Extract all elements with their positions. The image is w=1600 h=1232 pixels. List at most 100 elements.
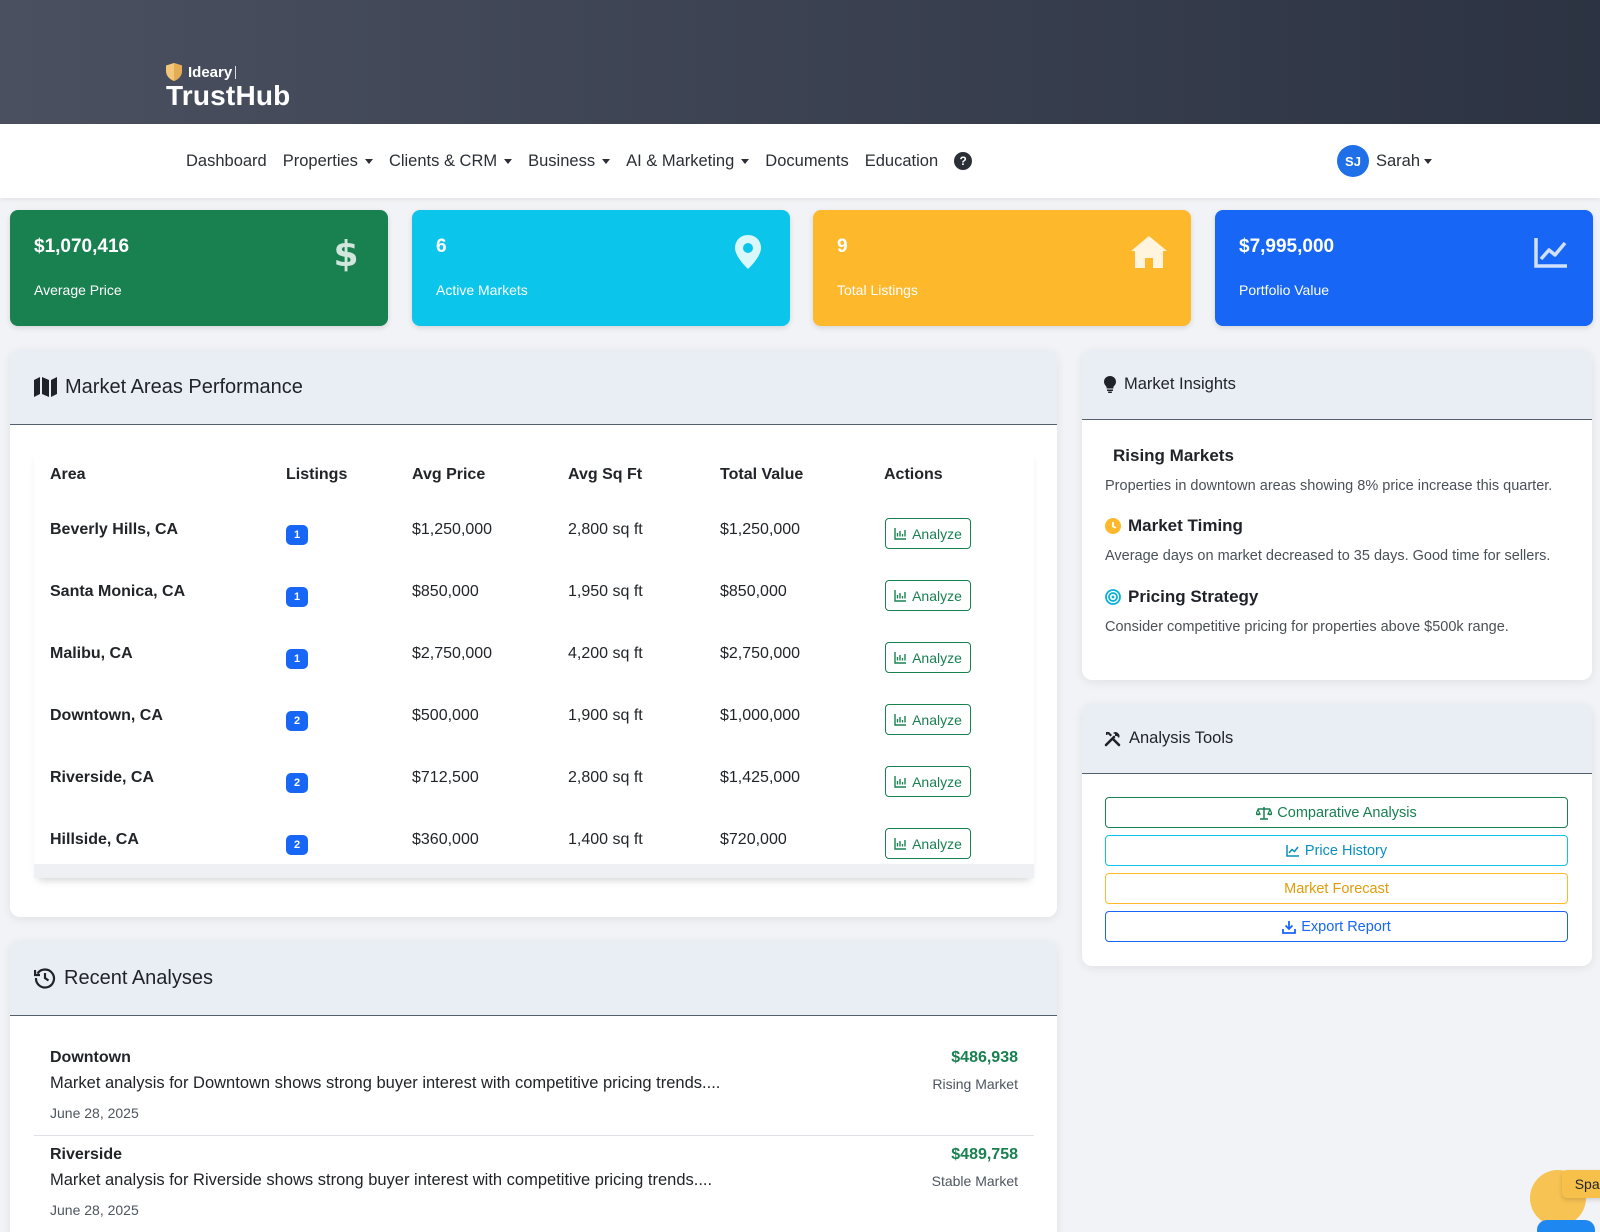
price-history-button[interactable]: Price History	[1105, 835, 1568, 866]
nav-business[interactable]: Business	[528, 151, 611, 171]
table-row: Beverly Hills, CA $1,250,000 2,800 sq ft $1…	[34, 508, 1034, 570]
stat-label: Portfolio Value	[1239, 282, 1330, 298]
market-table: Area Listings Avg Price Avg Sq Ft Total …	[34, 448, 1034, 878]
analyze-button[interactable]: Analyze	[885, 518, 971, 549]
nav-label: Dashboard	[186, 151, 267, 170]
market-forecast-button[interactable]: Market Forecast	[1105, 873, 1568, 904]
listings-badge: 2	[286, 835, 308, 855]
spark-label[interactable]: Spark	[1562, 1170, 1600, 1198]
brand-logo[interactable]: Ideary TrustHub	[166, 62, 290, 111]
table-row: Downtown, CA $500,000 1,900 sq ft $1,000,00…	[34, 694, 1034, 756]
nav-label: Documents	[765, 151, 849, 170]
cell-avg-sqft: 1,900 sq ft	[568, 707, 643, 724]
cell-total-value: $1,000,000	[720, 707, 801, 724]
list-item[interactable]: Downtown Market analysis for Downtown sh…	[34, 1039, 1034, 1135]
cell-avg-sqft: 2,800 sq ft	[568, 521, 643, 538]
nav-dashboard[interactable]: Dashboard	[186, 152, 267, 171]
listings-badge: 1	[286, 587, 308, 607]
line-chart-icon	[1286, 845, 1299, 857]
analysis-description: Market analysis for Downtown shows stron…	[50, 1074, 721, 1092]
card-title: Recent Analyses	[64, 966, 213, 989]
analysis-description: Market analysis for Riverside shows stro…	[50, 1171, 713, 1189]
line-chart-icon	[1534, 238, 1567, 268]
button-label: Analyze	[912, 711, 962, 728]
analyze-button[interactable]: Analyze	[885, 580, 971, 611]
nav-label: Education	[864, 151, 939, 170]
analyze-button[interactable]: Analyze	[885, 642, 971, 673]
analysis-title: Downtown	[50, 1049, 131, 1066]
cell-area: Beverly Hills, CA	[50, 521, 179, 538]
chart-bar-icon	[894, 837, 907, 850]
chart-bar-icon	[894, 713, 907, 726]
svg-text:$: $	[333, 234, 358, 272]
cell-avg-sqft: 1,950 sq ft	[568, 583, 643, 600]
chart-bar-icon	[894, 651, 907, 664]
insight-text: Properties in downtown areas showing 8% …	[1105, 478, 1553, 494]
export-report-button[interactable]: Export Report	[1105, 911, 1568, 942]
nav-ai-marketing[interactable]: AI & Marketing	[626, 152, 750, 171]
nav-clients-crm[interactable]: Clients & CRM	[389, 152, 513, 171]
insight-heading: Pricing Strategy	[1128, 587, 1259, 606]
chart-bar-icon	[894, 527, 907, 540]
target-icon	[1105, 589, 1121, 605]
chart-bar-icon	[894, 589, 907, 602]
nav-properties[interactable]: Properties	[283, 152, 373, 171]
cell-avg-price: $500,000	[412, 707, 479, 724]
button-label: Comparative Analysis	[1277, 804, 1417, 821]
table-row: Hillside, CA $360,000 1,400 sq ft $720,000 2…	[34, 818, 1034, 880]
analysis-trend: Rising Market	[932, 1076, 1018, 1092]
cell-total-value: $850,000	[720, 583, 787, 600]
stat-label: Total Listings	[837, 282, 918, 298]
chat-launcher-button[interactable]	[1537, 1220, 1595, 1232]
list-item[interactable]: Riverside Market analysis for Riverside …	[34, 1136, 1034, 1232]
analyze-button[interactable]: Analyze	[885, 828, 971, 859]
analysis-tools-card: Analysis Tools Comparative Analysis Pric…	[1082, 704, 1592, 966]
insight-market-timing: Market Timing Average days on market dec…	[1105, 516, 1550, 564]
col-actions: Actions	[884, 466, 943, 483]
user-name: Sarah	[1376, 151, 1421, 170]
listings-badge: 1	[286, 649, 308, 669]
button-label: Market Forecast	[1284, 880, 1389, 897]
table-row: Riverside, CA $712,500 2,800 sq ft $1,425,0…	[34, 756, 1034, 818]
comparative-analysis-button[interactable]: Comparative Analysis	[1105, 797, 1568, 828]
app-header: Ideary TrustHub	[0, 0, 1600, 124]
card-header: Recent Analyses	[10, 941, 1057, 1016]
nav-links: Dashboard Properties Clients & CRM Busin…	[186, 124, 973, 198]
shield-icon	[166, 63, 182, 81]
cell-avg-price: $712,500	[412, 769, 479, 786]
recent-analyses-card: Recent Analyses Downtown Market analysis…	[10, 941, 1057, 1232]
nav-label: Properties	[282, 151, 358, 170]
cell-area: Santa Monica, CA	[50, 583, 186, 600]
brand-top-text: Ideary	[188, 63, 233, 81]
analysis-amount: $489,758	[951, 1146, 1018, 1163]
nav-documents[interactable]: Documents	[765, 152, 848, 171]
help-icon[interactable]: ?	[954, 152, 973, 170]
stat-value: 9	[837, 236, 848, 257]
listings-badge: 2	[286, 773, 308, 793]
button-label: Export Report	[1301, 918, 1391, 935]
cell-area: Riverside, CA	[50, 769, 155, 786]
table-row: Santa Monica, CA $850,000 1,950 sq ft $850,…	[34, 570, 1034, 632]
stat-value: $7,995,000	[1239, 236, 1335, 257]
analyze-button[interactable]: Analyze	[885, 766, 971, 797]
nav-label: Business	[528, 151, 596, 170]
card-title: Market Insights	[1124, 375, 1236, 393]
main-navbar: Dashboard Properties Clients & CRM Busin…	[0, 124, 1600, 198]
caret-down-icon	[1424, 159, 1433, 164]
analyze-button[interactable]: Analyze	[885, 704, 971, 735]
stat-label: Active Markets	[436, 282, 528, 298]
cell-avg-price: $360,000	[412, 831, 479, 848]
nav-education[interactable]: Education	[865, 152, 938, 171]
stat-average-price: $1,070,416 Average Price $	[10, 210, 388, 326]
user-menu[interactable]: SJ Sarah	[1337, 142, 1433, 180]
cell-area: Malibu, CA	[50, 645, 133, 662]
download-icon	[1282, 920, 1297, 934]
cell-total-value: $2,750,000	[720, 645, 801, 662]
map-pin-icon	[735, 235, 761, 269]
insight-heading: Rising Markets	[1113, 446, 1234, 465]
history-icon	[34, 968, 56, 989]
dollar-icon: $	[333, 234, 358, 272]
balance-scale-icon	[1256, 806, 1273, 820]
cell-total-value: $1,250,000	[720, 521, 801, 538]
stat-value: 6	[436, 236, 447, 257]
